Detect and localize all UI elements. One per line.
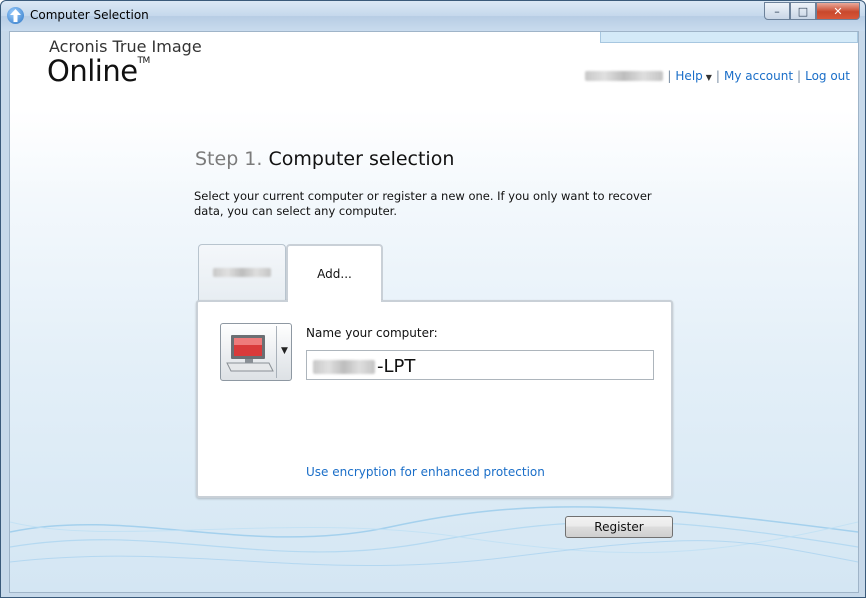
- separator: |: [667, 69, 672, 83]
- chevron-down-icon: ▼: [281, 346, 288, 356]
- add-computer-panel: ▼ Name your computer: -LPT Use encryptio…: [196, 300, 673, 498]
- brand-logo: OnlineTM: [47, 54, 150, 88]
- minimize-button[interactable]: –: [764, 2, 790, 20]
- trademark: TM: [137, 56, 151, 66]
- help-label: Help: [675, 69, 703, 83]
- separator: |: [797, 69, 802, 83]
- encryption-link[interactable]: Use encryption for enhanced protection: [306, 465, 545, 479]
- window-controls: – □ ✕: [764, 2, 860, 22]
- header-links: | Help ▼ | My account | Log out: [585, 69, 850, 83]
- maximize-button[interactable]: □: [790, 2, 816, 20]
- computer-name-suffix: -LPT: [377, 356, 416, 377]
- help-link[interactable]: Help ▼: [675, 69, 712, 83]
- chevron-down-icon: ▼: [705, 73, 712, 82]
- computer-icon: [226, 335, 274, 372]
- top-strip: [600, 32, 858, 43]
- name-computer-label: Name your computer:: [306, 326, 438, 340]
- window-title: Computer Selection: [30, 8, 149, 22]
- client-area: Acronis True Image OnlineTM | Help ▼ | My…: [9, 31, 859, 593]
- app-logo-icon: [7, 7, 24, 24]
- page-description: Select your current computer or register…: [194, 189, 652, 218]
- register-button[interactable]: Register: [565, 516, 673, 538]
- brand-online: Online: [47, 54, 138, 88]
- step-number: Step 1.: [195, 148, 263, 170]
- my-account-link[interactable]: My account: [724, 69, 793, 83]
- computer-icon-dropdown[interactable]: ▼: [220, 323, 292, 381]
- step-title: Computer selection: [268, 148, 455, 170]
- tab-join: [288, 298, 381, 302]
- app-window: Computer Selection – □ ✕ Acronis True Im…: [0, 0, 866, 598]
- dropdown-divider: [276, 326, 277, 378]
- title-bar[interactable]: Computer Selection – □ ✕: [1, 1, 865, 31]
- log-out-link[interactable]: Log out: [805, 69, 850, 83]
- computer-name-input[interactable]: -LPT: [306, 350, 654, 380]
- separator: |: [715, 69, 720, 83]
- close-button[interactable]: ✕: [816, 2, 860, 20]
- background-waves: [10, 506, 858, 567]
- tab-add[interactable]: Add...: [286, 244, 383, 304]
- username-blurred: [585, 71, 664, 81]
- page-title: Step 1. Computer selection: [195, 148, 454, 170]
- tab-existing-computer[interactable]: [198, 244, 286, 302]
- computer-name-prefix-blurred: [313, 359, 375, 374]
- computer-name-blurred: [213, 268, 271, 277]
- tab-add-label: Add...: [317, 267, 352, 281]
